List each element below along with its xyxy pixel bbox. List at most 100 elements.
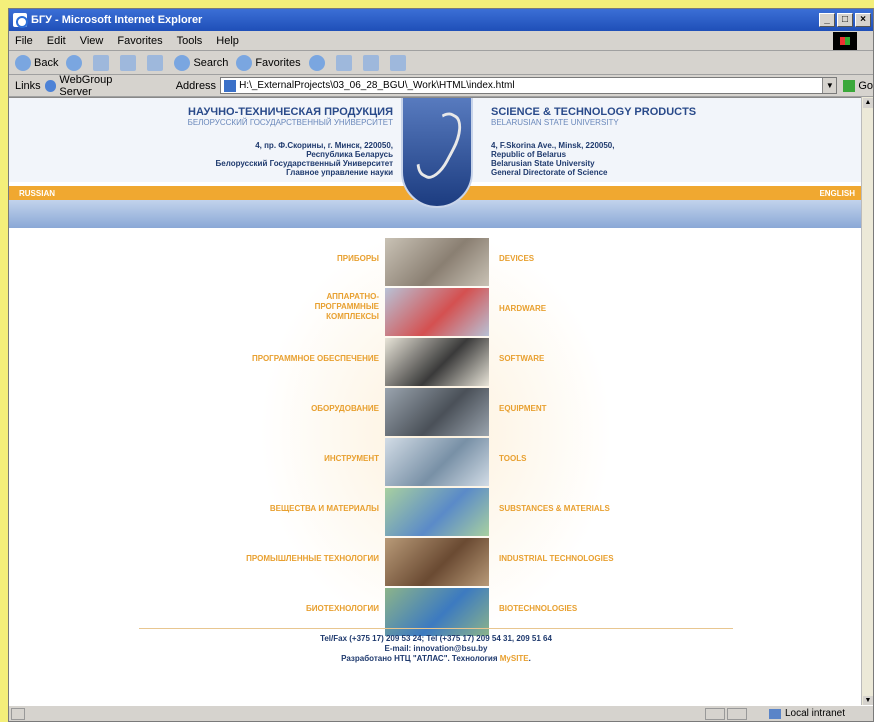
page-footer: Tel/Fax (+375 17) 209 53 24; Tel (+375 1… [9,634,863,664]
category-label-ru[interactable]: ИНСТРУМЕНТ [324,454,379,464]
category-image[interactable] [385,288,489,336]
category-row[interactable]: ПРОГРАММНОЕ ОБЕСПЕЧЕНИЕ SOFTWARE [9,338,863,388]
ru-address-2: Республика Беларусь [306,150,393,159]
stop-icon [93,54,110,71]
ru-subtitle: БЕЛОРУССКИЙ ГОСУДАРСТВЕННЫЙ УНИВЕРСИТЕТ [187,118,393,127]
status-page-icon [11,707,25,720]
en-address-2: Republic of Belarus [491,150,567,159]
category-row[interactable]: ИНСТРУМЕНТ TOOLS [9,438,863,488]
footer-phone: Tel/Fax (+375 17) 209 53 24; Tel (+375 1… [320,634,552,643]
category-label-ru[interactable]: ОБОРУДОВАНИЕ [311,404,379,414]
en-address-1: 4, F.Skorina Ave., Minsk, 220050, [491,141,615,150]
edit-icon [389,54,406,71]
category-row[interactable]: АППАРАТНО-ПРОГРАММНЫЕ КОМПЛЕКСЫ HARDWARE [9,288,863,338]
address-label: Address [175,79,217,92]
category-label-en[interactable]: HARDWARE [499,304,546,313]
favorites-button[interactable]: Favorites [236,54,301,71]
menu-bar: File Edit View Favorites Tools Help [9,31,873,51]
category-image[interactable] [385,238,489,286]
address-url: H:\_ExternalProjects\03_06_28_BGU\_Work\… [239,80,515,91]
history-button[interactable] [308,54,328,71]
address-input[interactable]: H:\_ExternalProjects\03_06_28_BGU\_Work\… [220,77,838,94]
intranet-icon [768,708,781,719]
home-button[interactable] [147,54,166,71]
english-link[interactable]: ENGLISH [819,189,855,198]
browser-window: БГУ - Microsoft Internet Explorer _ □ × … [8,8,874,722]
home-icon [147,54,164,71]
toolbar: Back Search Favorites [9,51,873,75]
edit-button[interactable] [389,54,409,71]
title-bar[interactable]: БГУ - Microsoft Internet Explorer _ □ × [9,9,873,31]
menu-file[interactable]: File [15,35,33,47]
category-label-ru[interactable]: ПРОМЫШЛЕННЫЕ ТЕХНОЛОГИИ [246,554,379,564]
en-title: SCIENCE & TECHNOLOGY PRODUCTS [491,106,697,118]
footer-divider [139,628,733,629]
close-button[interactable]: × [855,13,871,27]
ru-address-3: Белорусский Государственный Университет [215,159,393,168]
link-webgroup-server[interactable]: WebGroup Server [44,74,146,98]
category-label-ru[interactable]: ПРИБОРЫ [337,254,379,264]
menu-edit[interactable]: Edit [47,35,66,47]
back-button[interactable]: Back [15,54,58,71]
category-label-en[interactable]: INDUSTRIAL TECHNOLOGIES [499,554,614,563]
category-image[interactable] [385,538,489,586]
category-image[interactable] [385,488,489,536]
category-row[interactable]: ПРИБОРЫ DEVICES [9,238,863,288]
search-button[interactable]: Search [174,54,228,71]
category-label-ru[interactable]: ВЕЩЕСТВА И МАТЕРИАЛЫ [270,504,379,514]
maximize-button[interactable]: □ [837,13,853,27]
russian-link[interactable]: RUSSIAN [19,189,55,198]
category-label-ru[interactable]: БИОТЕХНОЛОГИИ [306,604,379,614]
links-label: Links [15,79,41,92]
forward-arrow-icon [66,54,83,71]
go-button[interactable]: Go [843,79,873,92]
menu-view[interactable]: View [80,35,104,47]
category-label-en[interactable]: SOFTWARE [499,354,544,363]
category-row[interactable]: ВЕЩЕСТВА И МАТЕРИАЛЫ SUBSTANCES & MATERIA… [9,488,863,538]
category-label-ru[interactable]: ПРОГРАММНОЕ ОБЕСПЕЧЕНИЕ [252,354,379,364]
window-title: БГУ - Microsoft Internet Explorer [31,14,203,26]
status-segment [727,707,747,720]
university-emblem-icon [401,98,473,208]
menu-favorites[interactable]: Favorites [117,35,162,47]
ru-address-1: 4, пр. Ф.Скорины, г. Минск, 220050, [255,141,393,150]
minimize-button[interactable]: _ [819,13,835,27]
print-button[interactable] [362,54,382,71]
en-subtitle: BELARUSIAN STATE UNIVERSITY [491,118,619,127]
go-arrow-icon [843,79,856,92]
security-zone: Local intranet [768,708,845,719]
en-address-3: Belarusian State University [491,159,595,168]
category-label-en[interactable]: BIOTECHNOLOGIES [499,604,577,613]
category-label-en[interactable]: SUBSTANCES & MATERIALS [499,504,610,513]
forward-button[interactable] [66,54,85,71]
category-image[interactable] [385,388,489,436]
menu-help[interactable]: Help [216,35,239,47]
category-label-en[interactable]: DEVICES [499,254,534,263]
page-icon [224,79,237,92]
scroll-up-icon[interactable]: ▲ [863,98,873,108]
back-arrow-icon [15,54,31,71]
category-label-en[interactable]: TOOLS [499,454,526,463]
mysite-link[interactable]: MySITE [500,654,529,663]
category-row[interactable]: ОБОРУДОВАНИЕ EQUIPMENT [9,388,863,438]
category-label-ru[interactable]: АППАРАТНО-ПРОГРАММНЫЕ КОМПЛЕКСЫ [295,292,379,322]
status-bar: Local intranet [9,705,873,721]
address-dropdown-icon[interactable]: ▼ [822,78,837,93]
refresh-button[interactable] [120,54,139,71]
print-icon [362,54,379,71]
windows-logo-icon [833,32,857,50]
address-bar: Links WebGroup Server Address H:\_Extern… [9,74,873,98]
category-image[interactable] [385,338,489,386]
header-english: SCIENCE & TECHNOLOGY PRODUCTS BELARUSIAN… [491,106,696,177]
category-row[interactable]: ПРОМЫШЛЕННЫЕ ТЕХНОЛОГИИ INDUSTRIAL TECHNO… [9,538,863,588]
category-image[interactable] [385,438,489,486]
ru-title: НАУЧНО-ТЕХНИЧЕСКАЯ ПРОДУКЦИЯ [188,106,393,118]
vertical-scrollbar[interactable]: ▲ ▼ [861,97,873,707]
stop-button[interactable] [93,54,112,71]
category-label-en[interactable]: EQUIPMENT [499,404,547,413]
mail-button[interactable] [335,54,355,71]
menu-tools[interactable]: Tools [177,35,203,47]
footer-email[interactable]: E-mail: innovation@bsu.by [9,644,863,654]
feather-icon [406,106,470,184]
category-row[interactable]: БИОТЕХНОЛОГИИ BIOTECHNOLOGIES [9,588,863,638]
